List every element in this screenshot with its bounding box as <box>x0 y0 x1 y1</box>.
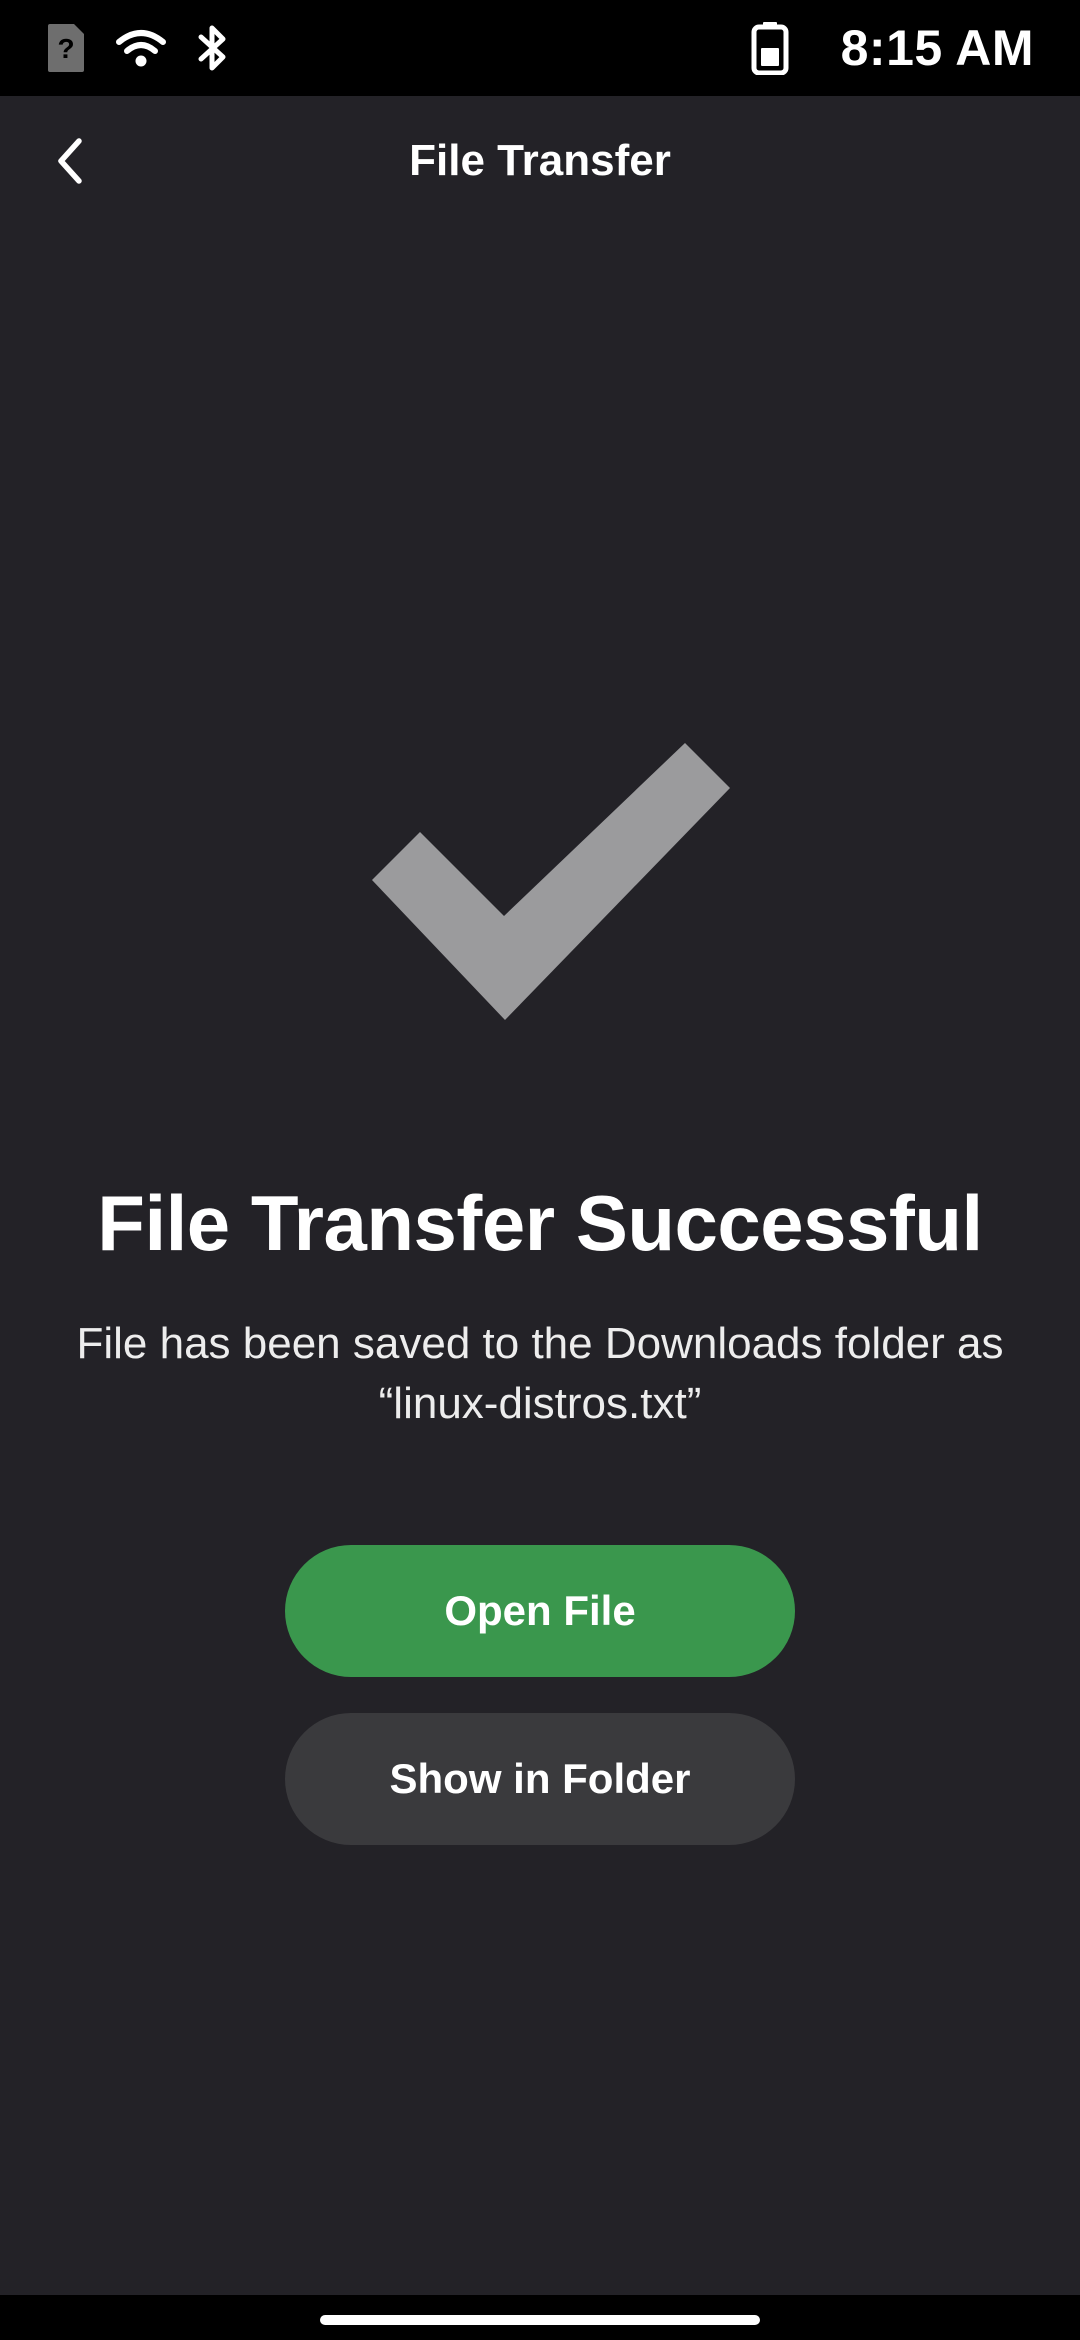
home-indicator[interactable] <box>320 2315 760 2325</box>
file-transfer-screen: ? 8:15 AM File Transfer File Transfer Su… <box>0 0 1080 2340</box>
bluetooth-icon <box>196 22 228 74</box>
success-message: File has been saved to the Downloads fol… <box>76 1319 1004 1428</box>
battery-icon <box>751 21 789 75</box>
status-icons-left: ? <box>46 20 228 76</box>
success-title: File Transfer Successful <box>97 1179 983 1267</box>
status-bar: ? 8:15 AM <box>0 0 1080 96</box>
sim-unknown-icon: ? <box>46 22 86 74</box>
open-file-button[interactable]: Open File <box>285 1545 795 1677</box>
navigation-bar <box>0 2295 1080 2340</box>
show-in-folder-button[interactable]: Show in Folder <box>285 1713 795 1845</box>
app-header: File Transfer <box>0 96 1080 234</box>
status-icons-right: 8:15 AM <box>751 14 1034 82</box>
svg-text:?: ? <box>57 33 74 64</box>
checkmark-icon <box>372 740 734 1022</box>
page-title: File Transfer <box>409 136 671 185</box>
status-time: 8:15 AM <box>840 20 1034 76</box>
wifi-icon <box>116 28 166 68</box>
